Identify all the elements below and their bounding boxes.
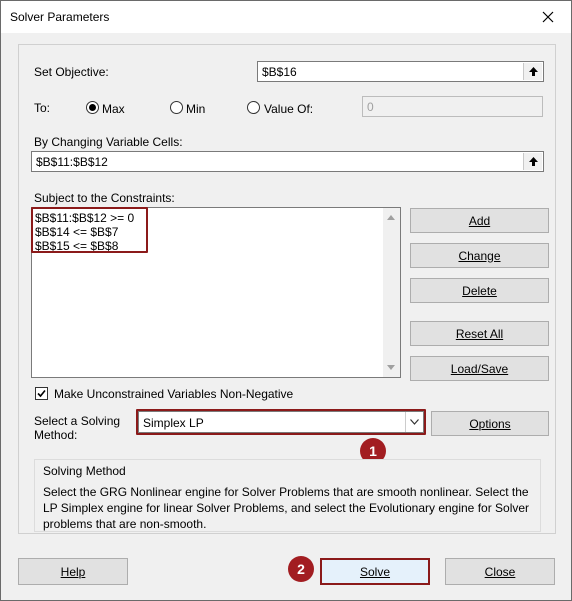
close-icon[interactable]	[525, 1, 571, 33]
objective-input[interactable]: $B$16	[257, 61, 544, 82]
help-label: Help	[60, 564, 86, 579]
nonneg-checkbox[interactable]	[35, 387, 48, 400]
min-radio[interactable]	[170, 101, 183, 114]
add-label: Add	[468, 213, 491, 228]
close-button[interactable]: Close	[445, 558, 555, 585]
method-highlight	[136, 409, 426, 435]
scroll-down-icon[interactable]	[387, 365, 395, 370]
reset-all-button[interactable]: Reset All	[410, 321, 549, 346]
value-of-value: 0	[367, 100, 374, 114]
add-button[interactable]: Add	[410, 208, 549, 233]
min-label: Min	[186, 102, 206, 116]
collapse-arrow-icon[interactable]	[523, 153, 542, 170]
check-icon	[37, 389, 46, 398]
to-label: To:	[34, 101, 51, 115]
options-label: Options	[469, 416, 511, 431]
max-label: Max	[102, 102, 125, 116]
set-objective-label: Set Objective:	[34, 65, 109, 79]
reset-all-label: Reset All	[455, 326, 504, 341]
parameters-panel: Set Objective: $B$16 To: Max Min Value O…	[18, 44, 556, 534]
change-button[interactable]: Change	[410, 243, 549, 268]
help-button[interactable]: Help	[18, 558, 128, 585]
solve-button[interactable]: Solve	[320, 558, 430, 585]
annotation-badge-2: 2	[288, 556, 314, 582]
nonneg-label: Make Unconstrained Variables Non-Negativ…	[54, 387, 294, 401]
solving-method-group: Solving Method Select the GRG Nonlinear …	[34, 459, 541, 532]
solver-parameters-dialog: Solver Parameters Set Objective: $B$16 T…	[0, 0, 572, 601]
solving-method-title: Solving Method	[43, 464, 126, 478]
value-of-radio[interactable]	[247, 101, 260, 114]
changing-cells-value: $B$11:$B$12	[36, 155, 108, 169]
changing-cells-label: By Changing Variable Cells:	[34, 135, 183, 149]
constraints-highlight	[31, 207, 148, 253]
method-label-line2: Method:	[34, 428, 78, 442]
constraints-scrollbar[interactable]	[383, 208, 400, 377]
title-bar: Solver Parameters	[1, 1, 571, 33]
changing-cells-input[interactable]: $B$11:$B$12	[31, 151, 544, 172]
value-of-label: Value Of:	[264, 102, 314, 116]
load-save-label: Load/Save	[450, 361, 509, 376]
change-label: Change	[458, 248, 501, 263]
solving-method-description: Select the GRG Nonlinear engine for Solv…	[43, 485, 530, 531]
options-button[interactable]: Options	[431, 411, 549, 436]
solve-label: Solve	[359, 564, 391, 579]
max-radio[interactable]	[86, 101, 99, 114]
delete-label: Delete	[462, 283, 497, 298]
constraints-label: Subject to the Constraints:	[34, 191, 175, 205]
objective-value: $B$16	[262, 65, 297, 79]
value-of-input[interactable]: 0	[362, 96, 543, 117]
load-save-button[interactable]: Load/Save	[410, 356, 549, 381]
delete-button[interactable]: Delete	[410, 278, 549, 303]
collapse-arrow-icon[interactable]	[523, 63, 542, 80]
window-title: Solver Parameters	[10, 10, 110, 24]
scroll-up-icon[interactable]	[387, 215, 395, 220]
close-label: Close	[484, 564, 516, 579]
method-label-line1: Select a Solving	[34, 414, 121, 428]
